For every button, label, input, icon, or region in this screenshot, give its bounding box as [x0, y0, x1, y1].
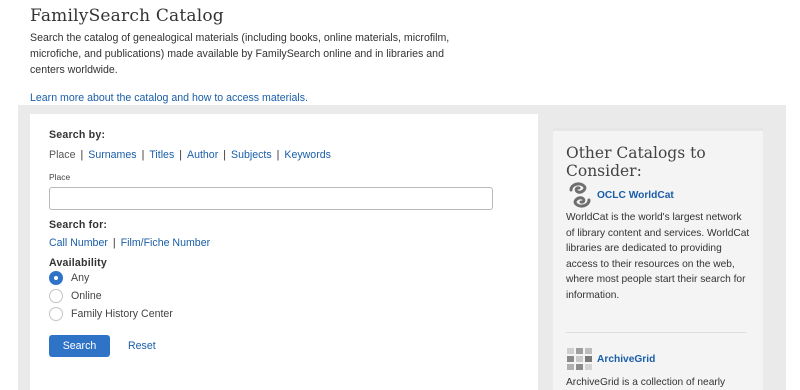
tab-separator: | — [80, 149, 84, 161]
search-by-label: Search by: — [49, 129, 106, 141]
tab-separator: | — [223, 149, 226, 161]
availability-option-any[interactable]: Any — [49, 271, 89, 285]
radio-button[interactable] — [49, 289, 63, 303]
availability-option-online[interactable]: Online — [49, 289, 102, 303]
link-separator: | — [112, 237, 116, 249]
worldcat-heading[interactable]: OCLC WorldCat — [566, 181, 674, 209]
tab-keywords[interactable]: Keywords — [284, 149, 331, 161]
worldcat-link[interactable]: OCLC WorldCat — [597, 190, 674, 201]
catalog-intro-text: Search the catalog of genealogical mater… — [30, 32, 450, 76]
archivegrid-logo-icon — [567, 348, 592, 370]
availability-label: Availability — [49, 257, 107, 269]
place-input[interactable] — [49, 187, 493, 210]
archivegrid-link[interactable]: ArchiveGrid — [597, 354, 655, 365]
place-field-label: Place — [49, 172, 71, 182]
tab-separator: | — [276, 149, 280, 161]
worldcat-description: WorldCat is the world's largest network … — [566, 212, 750, 301]
tab-surnames[interactable]: Surnames — [88, 149, 136, 161]
availability-option-label: Online — [71, 290, 102, 302]
tab-author[interactable]: Author — [187, 149, 218, 161]
tab-separator: | — [179, 149, 183, 161]
film-fiche-number-link[interactable]: Film/Fiche Number — [121, 237, 210, 249]
reset-link[interactable]: Reset — [128, 340, 156, 352]
tab-titles[interactable]: Titles — [149, 149, 174, 161]
sidebar-title: Other Catalogs to Consider: — [566, 144, 706, 180]
sidebar-divider — [566, 332, 746, 333]
search-for-links: Call Number | Film/Fiche Number — [49, 237, 210, 249]
page-title: FamilySearch Catalog — [30, 6, 224, 26]
call-number-link[interactable]: Call Number — [49, 237, 108, 249]
archivegrid-heading[interactable]: ArchiveGrid — [566, 347, 655, 371]
availability-option-label: Family History Center — [71, 308, 173, 320]
archivegrid-description: ArchiveGrid is a collection of nearly — [566, 377, 726, 388]
learn-more-link[interactable]: Learn more about the catalog and how to … — [30, 92, 308, 104]
search-for-label: Search for: — [49, 219, 108, 231]
tab-separator: | — [141, 149, 145, 161]
tab-subjects[interactable]: Subjects — [231, 149, 272, 161]
worldcat-logo-icon — [569, 182, 591, 208]
search-by-tabs: Place | Surnames | Titles | Author | Sub… — [49, 149, 331, 161]
radio-button[interactable] — [49, 307, 63, 321]
tab-place[interactable]: Place — [49, 149, 76, 161]
availability-option-label: Any — [71, 272, 90, 284]
radio-button-checked[interactable] — [49, 271, 63, 285]
availability-option-family-history-center[interactable]: Family History Center — [49, 307, 173, 321]
search-button[interactable]: Search — [49, 335, 110, 357]
